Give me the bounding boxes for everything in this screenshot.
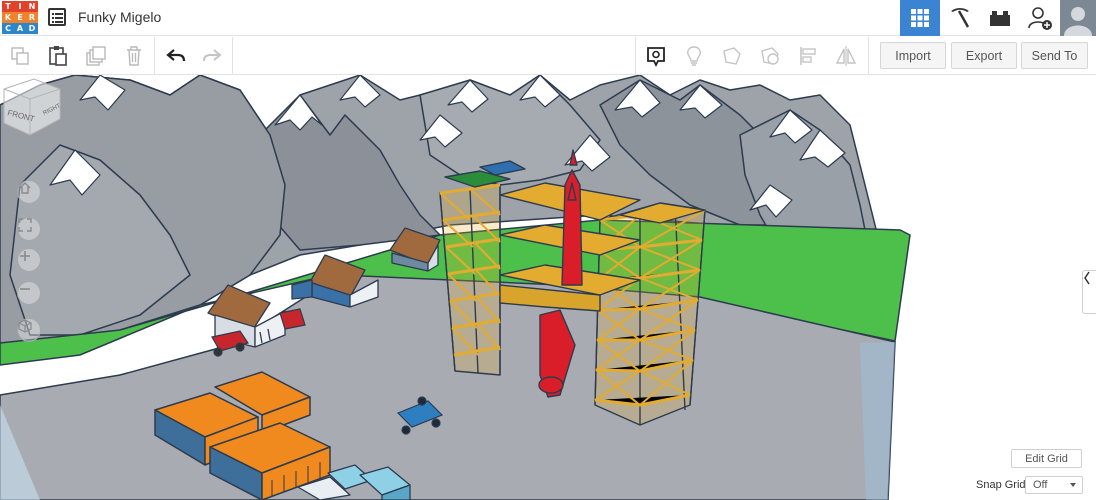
- logo-letter: R: [26, 12, 38, 23]
- undo-icon[interactable]: [160, 41, 192, 71]
- fit-icon[interactable]: [17, 217, 41, 241]
- import-button[interactable]: Import: [880, 42, 946, 69]
- logo-letter: K: [2, 12, 14, 23]
- toolbar: Import Export Send To: [0, 37, 1096, 75]
- design-title[interactable]: Funky Migelo: [78, 9, 161, 25]
- view-cube[interactable]: FRONT RIGHT: [0, 75, 64, 143]
- top-bar: TIN KER CAD Funky Migelo: [0, 0, 1096, 36]
- copy-icon[interactable]: [4, 41, 36, 71]
- brick-icon[interactable]: [980, 0, 1020, 36]
- pickaxe-icon[interactable]: [940, 0, 980, 36]
- scene-render: [0, 75, 911, 500]
- workplane-viewport[interactable]: FRONT RIGHT Edit Grid Snap Grid Off: [0, 75, 1096, 500]
- zoom-in-icon[interactable]: [17, 248, 41, 272]
- paste-icon[interactable]: [42, 41, 74, 71]
- export-button[interactable]: Export: [951, 42, 1017, 69]
- light-bulb-icon[interactable]: [678, 41, 710, 71]
- logo-letter: C: [2, 23, 14, 34]
- snap-grid-label: Snap Grid: [976, 479, 1026, 491]
- redo-icon[interactable]: [196, 41, 228, 71]
- mirror-icon[interactable]: [830, 41, 862, 71]
- tinkercad-logo[interactable]: TIN KER CAD: [2, 1, 38, 34]
- snap-grid-select[interactable]: Off: [1025, 476, 1083, 494]
- add-user-icon[interactable]: [1020, 0, 1060, 36]
- logo-letter: A: [14, 23, 26, 34]
- design-menu-icon[interactable]: [48, 8, 66, 26]
- align-icon[interactable]: [792, 41, 824, 71]
- zoom-out-icon[interactable]: [17, 281, 41, 305]
- logo-letter: N: [26, 1, 38, 12]
- logo-letter: E: [14, 12, 26, 23]
- notes-icon[interactable]: [640, 41, 672, 71]
- logo-letter: D: [26, 23, 38, 34]
- perspective-icon[interactable]: [17, 318, 41, 342]
- hole-icon[interactable]: [754, 41, 786, 71]
- user-avatar[interactable]: [1060, 0, 1096, 36]
- logo-letter: I: [14, 1, 26, 12]
- logo-letter: T: [2, 1, 14, 12]
- shape-icon[interactable]: [716, 41, 748, 71]
- home-icon[interactable]: [17, 180, 41, 204]
- send-to-button[interactable]: Send To: [1021, 42, 1088, 69]
- edit-grid-button[interactable]: Edit Grid: [1011, 449, 1082, 468]
- duplicate-icon[interactable]: [80, 41, 112, 71]
- collapse-panel-tab[interactable]: [1082, 270, 1096, 314]
- grid-view-icon[interactable]: [900, 0, 940, 36]
- delete-icon[interactable]: [118, 41, 150, 71]
